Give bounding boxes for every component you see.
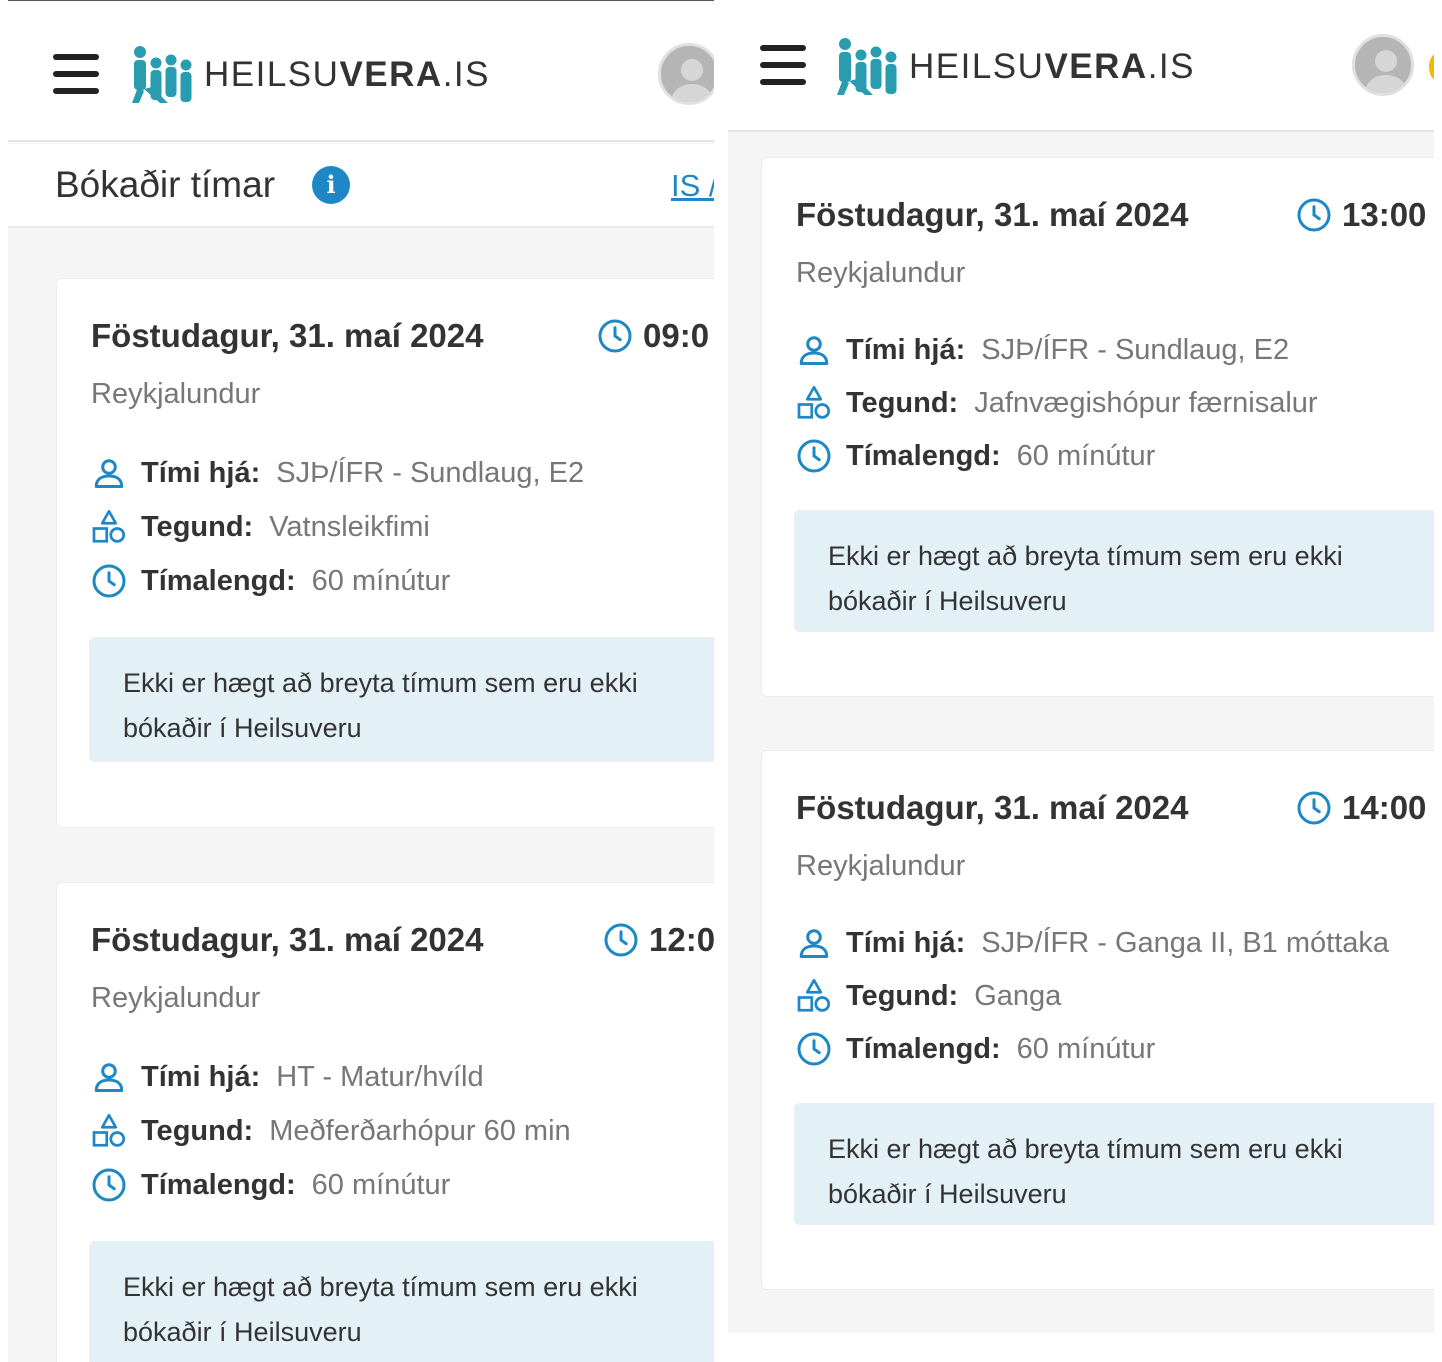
type-row: Tegund: Vatnsleikfimi bbox=[91, 509, 430, 545]
provider-row: Tími hjá: SJÞ/ÍFR - Sundlaug, E2 bbox=[796, 332, 1289, 368]
avatar-icon[interactable] bbox=[1352, 34, 1414, 96]
duration-label: Tímalengd: bbox=[846, 439, 1001, 472]
appointment-time: 09:0 bbox=[597, 317, 709, 355]
person-icon bbox=[91, 1059, 127, 1095]
clock-icon bbox=[796, 1031, 832, 1067]
type-row: Tegund: Jafnvægishópur færnisalur bbox=[796, 385, 1318, 421]
person-icon bbox=[91, 455, 127, 491]
clock-icon bbox=[1296, 790, 1332, 826]
appointment-location: Reykjalundur bbox=[91, 982, 261, 1014]
appointment-time-text: 09:0 bbox=[643, 317, 710, 354]
clock-icon bbox=[796, 438, 832, 474]
type-label: Tegund: bbox=[846, 386, 959, 419]
notice-box: Ekki er hægt að breyta tímum sem eru ekk… bbox=[794, 510, 1434, 632]
type-row: Tegund: Meðferðarhópur 60 min bbox=[91, 1113, 571, 1149]
duration-label: Tímalengd: bbox=[141, 564, 296, 597]
app-header: HEILSUVERA.IS bbox=[728, 0, 1434, 132]
provider-value: HT - Matur/hvíld bbox=[276, 1060, 484, 1093]
type-label: Tegund: bbox=[141, 510, 254, 543]
type-label: Tegund: bbox=[141, 1114, 254, 1147]
provider-value: SJÞ/ÍFR - Ganga II, B1 móttaka bbox=[981, 926, 1390, 959]
right-screen: HEILSUVERA.IS Föstudagur, 31. maí 2024 1… bbox=[728, 0, 1434, 1333]
duration-row: Tímalengd: 60 mínútur bbox=[796, 1031, 1155, 1067]
duration-label: Tímalengd: bbox=[846, 1032, 1001, 1065]
type-label: Tegund: bbox=[846, 979, 959, 1012]
appointment-card: Föstudagur, 31. maí 2024 12:0 Reykjalund… bbox=[56, 882, 714, 1362]
clock-icon bbox=[1296, 197, 1332, 233]
appointment-location: Reykjalundur bbox=[796, 257, 966, 289]
appointment-location: Reykjalundur bbox=[91, 378, 261, 410]
duration-value: 60 mínútur bbox=[1016, 439, 1156, 472]
appointment-card: Föstudagur, 31. maí 2024 13:00 Reykjalun… bbox=[761, 157, 1434, 697]
shapes-icon bbox=[796, 385, 832, 421]
clock-icon bbox=[603, 922, 639, 958]
provider-row: Tími hjá: SJÞ/ÍFR - Sundlaug, E2 bbox=[91, 455, 584, 491]
duration-value: 60 mínútur bbox=[1016, 1032, 1156, 1065]
language-link[interactable]: IS / bbox=[671, 168, 714, 204]
appointment-time: 14:00 bbox=[1296, 789, 1426, 827]
provider-label: Tími hjá: bbox=[846, 926, 966, 959]
appointment-time-text: 12:0 bbox=[649, 921, 714, 958]
type-value: Jafnvægishópur færnisalur bbox=[974, 386, 1318, 419]
provider-value: SJÞ/ÍFR - Sundlaug, E2 bbox=[276, 456, 585, 489]
page-title: Bókaðir tímar bbox=[55, 164, 276, 205]
left-screen: HEILSUVERA.IS Bókaðir tímar i IS / Föstu… bbox=[8, 0, 714, 1362]
avatar-icon[interactable] bbox=[658, 43, 714, 105]
info-icon[interactable]: i bbox=[312, 166, 350, 204]
appointment-card: Föstudagur, 31. maí 2024 09:0 Reykjalund… bbox=[56, 278, 714, 828]
logo-icon bbox=[835, 35, 901, 99]
appointment-time: 12:0 bbox=[603, 921, 714, 959]
duration-value: 60 mínútur bbox=[311, 564, 451, 597]
logo-text: HEILSUVERA.IS bbox=[204, 55, 490, 94]
logo-icon bbox=[130, 43, 196, 107]
appointment-card: Föstudagur, 31. maí 2024 14:00 Reykjalun… bbox=[761, 750, 1434, 1290]
clock-icon bbox=[91, 563, 127, 599]
menu-icon[interactable] bbox=[53, 54, 99, 94]
clock-icon bbox=[91, 1167, 127, 1203]
provider-label: Tími hjá: bbox=[846, 333, 966, 366]
appointment-date: Föstudagur, 31. maí 2024 bbox=[91, 921, 484, 958]
person-icon bbox=[796, 332, 832, 368]
shapes-icon bbox=[796, 978, 832, 1014]
type-value: Vatnsleikfimi bbox=[269, 510, 430, 543]
appointment-time-text: 13:00 bbox=[1342, 196, 1427, 233]
appointment-date: Föstudagur, 31. maí 2024 bbox=[796, 789, 1189, 826]
duration-label: Tímalengd: bbox=[141, 1168, 296, 1201]
duration-row: Tímalengd: 60 mínútur bbox=[91, 563, 450, 599]
appointment-time-text: 14:00 bbox=[1342, 789, 1427, 826]
person-icon bbox=[796, 925, 832, 961]
shapes-icon bbox=[91, 1113, 127, 1149]
menu-icon[interactable] bbox=[760, 45, 806, 85]
notice-box: Ekki er hægt að breyta tímum sem eru ekk… bbox=[89, 637, 714, 762]
appointment-date: Föstudagur, 31. maí 2024 bbox=[796, 196, 1189, 233]
provider-label: Tími hjá: bbox=[141, 1060, 261, 1093]
logo[interactable]: HEILSUVERA.IS bbox=[835, 35, 1195, 99]
duration-value: 60 mínútur bbox=[311, 1168, 451, 1201]
logo-text: HEILSUVERA.IS bbox=[909, 47, 1195, 86]
notice-box: Ekki er hægt að breyta tímum sem eru ekk… bbox=[794, 1103, 1434, 1225]
app-header: HEILSUVERA.IS bbox=[8, 1, 714, 142]
shapes-icon bbox=[91, 509, 127, 545]
provider-value: SJÞ/ÍFR - Sundlaug, E2 bbox=[981, 333, 1290, 366]
duration-row: Tímalengd: 60 mínútur bbox=[91, 1167, 450, 1203]
notification-indicator[interactable] bbox=[1429, 53, 1434, 81]
provider-row: Tími hjá: HT - Matur/hvíld bbox=[91, 1059, 484, 1095]
notice-box: Ekki er hægt að breyta tímum sem eru ekk… bbox=[89, 1241, 714, 1362]
provider-label: Tími hjá: bbox=[141, 456, 261, 489]
logo[interactable]: HEILSUVERA.IS bbox=[130, 43, 490, 107]
clock-icon bbox=[597, 318, 633, 354]
type-value: Meðferðarhópur 60 min bbox=[269, 1114, 571, 1147]
appointment-time: 13:00 bbox=[1296, 196, 1426, 234]
provider-row: Tími hjá: SJÞ/ÍFR - Ganga II, B1 móttaka bbox=[796, 925, 1389, 961]
appointment-location: Reykjalundur bbox=[796, 850, 966, 882]
type-value: Ganga bbox=[974, 979, 1062, 1012]
appointment-date: Föstudagur, 31. maí 2024 bbox=[91, 317, 484, 354]
duration-row: Tímalengd: 60 mínútur bbox=[796, 438, 1155, 474]
type-row: Tegund: Ganga bbox=[796, 978, 1061, 1014]
page-header: Bókaðir tímar i IS / bbox=[8, 144, 714, 228]
